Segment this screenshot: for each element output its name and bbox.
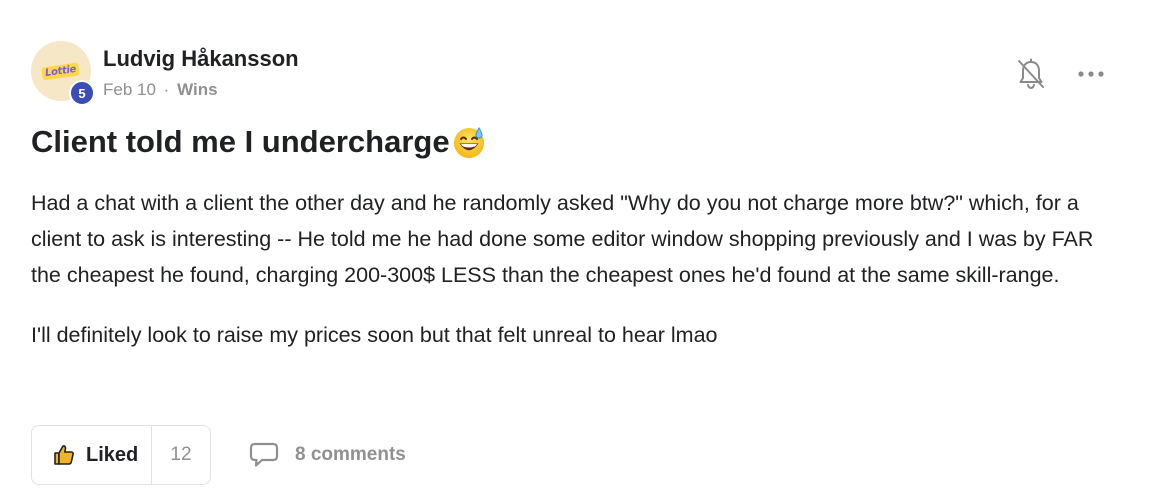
- avatar[interactable]: Lottie 5: [31, 41, 95, 106]
- more-options-icon[interactable]: [1075, 62, 1107, 86]
- post-paragraph: Had a chat with a client the other day a…: [31, 191, 1094, 287]
- bell-off-icon[interactable]: [1016, 58, 1046, 90]
- comments-label: 8 comments: [295, 444, 406, 465]
- post-category[interactable]: Wins: [177, 80, 217, 99]
- like-label: Liked: [86, 443, 139, 466]
- comment-icon: [249, 442, 279, 467]
- post-paragraph: I'll definitely look to raise my prices …: [31, 323, 718, 347]
- like-count[interactable]: 12: [152, 426, 210, 484]
- post-meta: Feb 10 · Wins: [103, 80, 218, 100]
- comments-button[interactable]: 8 comments: [249, 438, 406, 472]
- post-card: Lottie 5 Ludvig Håkansson Feb 10 · Wins …: [0, 0, 1154, 502]
- meta-separator: ·: [163, 80, 170, 99]
- level-badge: 5: [69, 80, 95, 106]
- author-name[interactable]: Ludvig Håkansson: [103, 46, 299, 72]
- grinning-face-with-sweat-icon: [452, 125, 486, 159]
- post-title[interactable]: Client told me I undercharge: [31, 124, 486, 160]
- post-title-text: Client told me I undercharge: [31, 124, 450, 159]
- thumbs-up-icon: [54, 445, 74, 465]
- like-control: Liked 12: [31, 425, 211, 485]
- post-date: Feb 10: [103, 80, 156, 99]
- avatar-logo: Lottie: [41, 61, 81, 81]
- post-body: Had a chat with a client the other day a…: [31, 185, 1121, 377]
- like-button[interactable]: Liked: [32, 426, 152, 484]
